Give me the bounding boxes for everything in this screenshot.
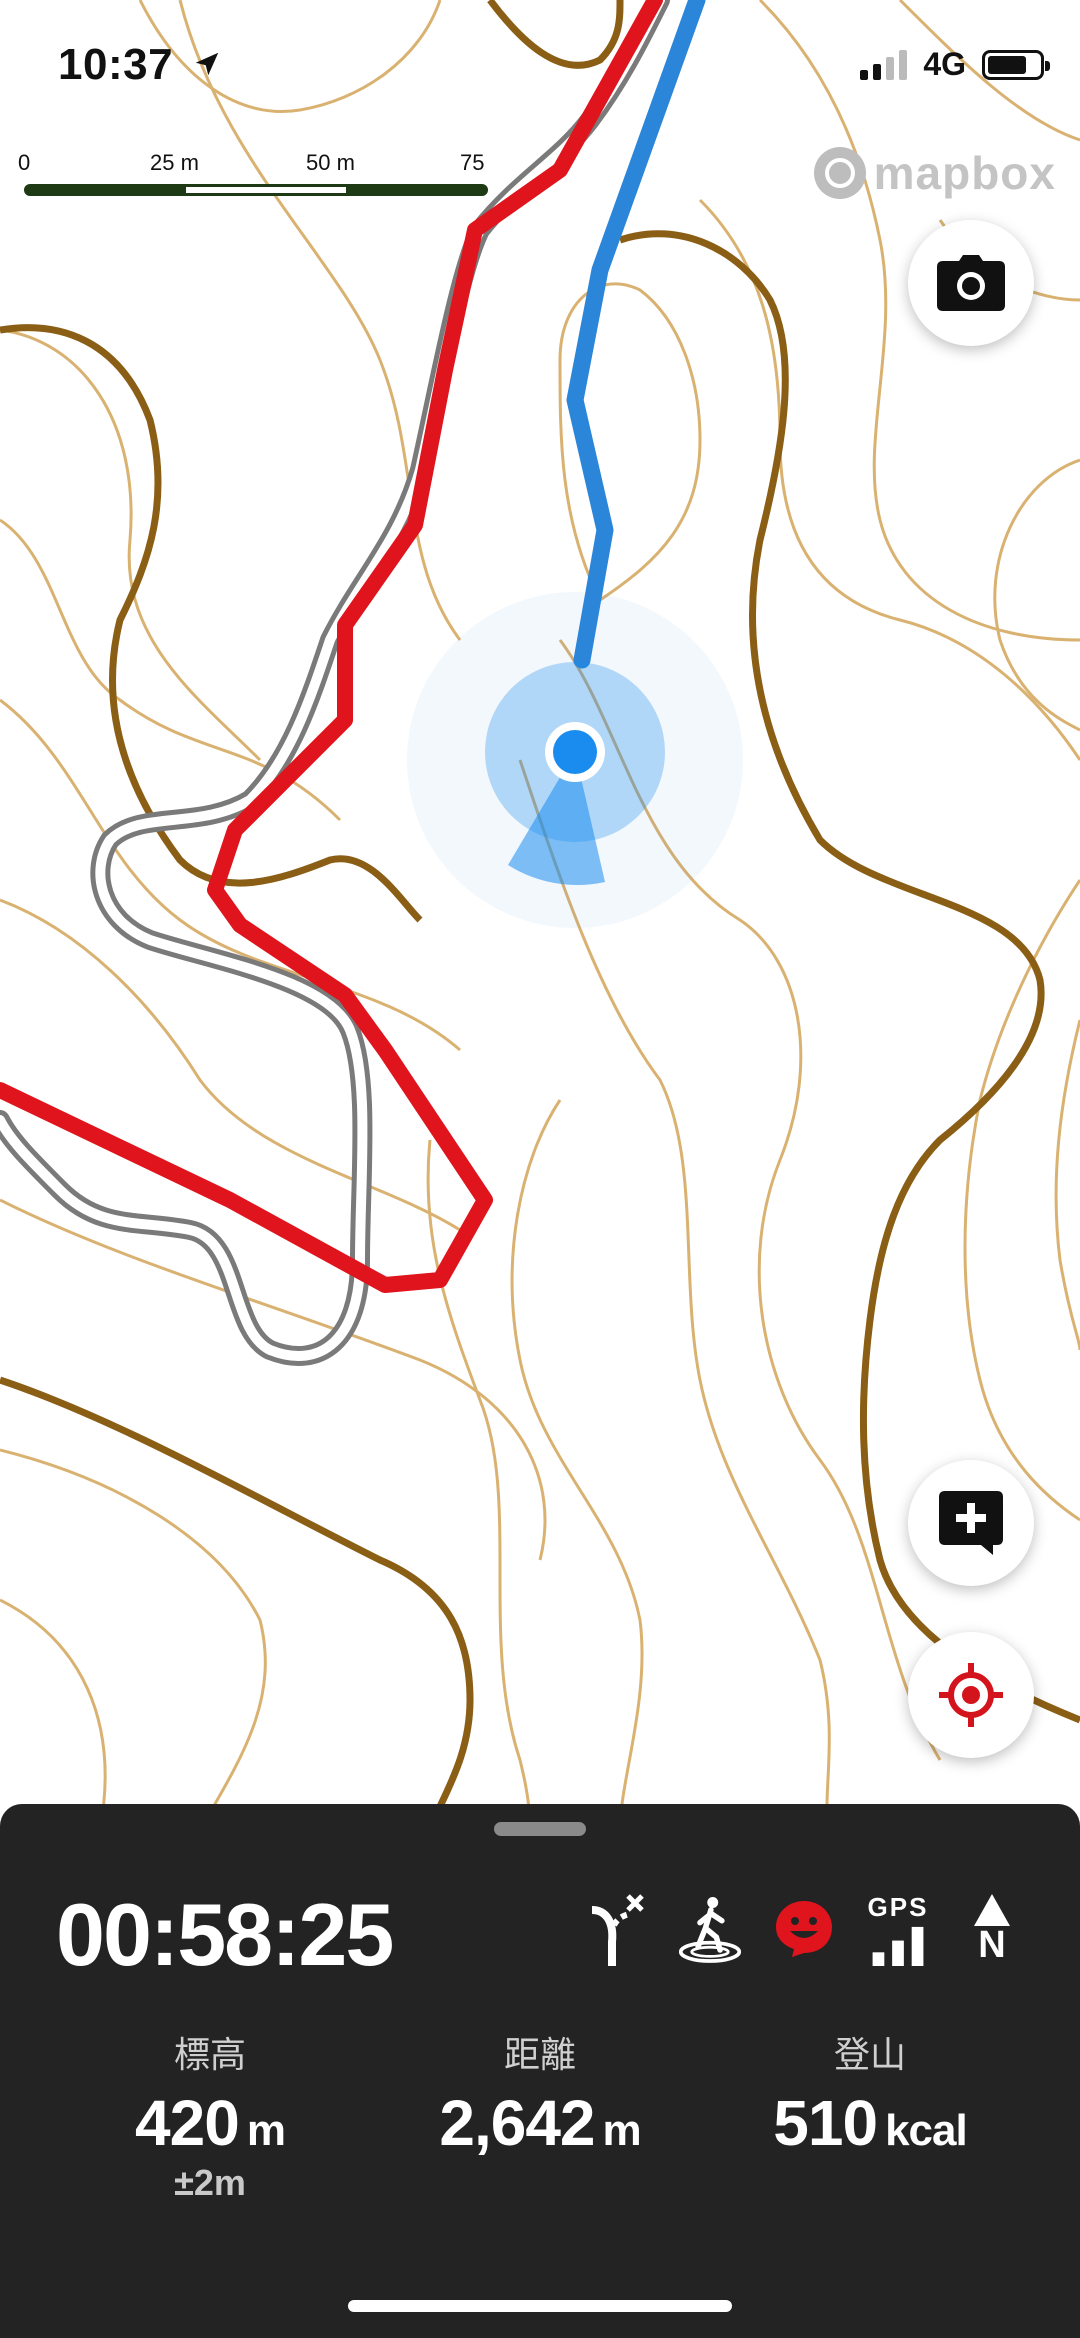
camera-icon: [937, 255, 1005, 311]
locate-me-button[interactable]: [908, 1632, 1034, 1758]
stat-unit: kcal: [885, 2106, 968, 2155]
stat-label: 距離: [503, 2034, 576, 2075]
mapbox-wordmark: mapbox: [873, 147, 1056, 199]
location-arrow-icon: [192, 40, 222, 90]
walking-person-icon[interactable]: [678, 1892, 742, 1966]
north-up-icon[interactable]: N: [960, 1892, 1024, 1966]
tracking-status-icons: GPS N: [584, 1892, 1024, 1966]
stat-label: 標高: [173, 2034, 246, 2075]
north-label: N: [978, 1924, 1006, 1966]
cellular-signal-icon: [860, 49, 908, 80]
camera-button[interactable]: [908, 220, 1034, 346]
elapsed-time: 00:58:25: [56, 1885, 394, 1984]
status-indicators: 4G: [860, 46, 1050, 83]
scale-label-25: 25 m: [150, 150, 199, 175]
stat-calories: 登山 510 kcal: [705, 2026, 1035, 2204]
clock-text: 10:37: [58, 40, 174, 89]
add-comment-icon: [939, 1491, 1003, 1555]
mapbox-icon: [813, 147, 866, 199]
smile-face-icon[interactable]: [772, 1892, 836, 1966]
home-indicator[interactable]: [348, 2300, 732, 2312]
gps-signal-icon: GPS: [866, 1892, 930, 1966]
stat-elevation: 標高 420 m ±2m: [45, 2026, 375, 2204]
stat-value: 510: [773, 2087, 878, 2159]
scale-label-50: 50 m: [306, 150, 355, 175]
add-memo-button[interactable]: [908, 1460, 1034, 1586]
stat-unit: m: [602, 2106, 642, 2155]
stat-label: 登山: [833, 2034, 906, 2075]
stat-value: 420: [135, 2087, 240, 2159]
activity-panel: 00:58:25 GPS N 標高 420 m ±2m 距離 2,642 m 登…: [0, 1804, 1080, 2338]
stat-unit: m: [246, 2106, 286, 2155]
route-deviation-icon[interactable]: [584, 1892, 648, 1966]
stat-distance: 距離 2,642 m: [375, 2026, 705, 2204]
network-type: 4G: [923, 46, 966, 82]
stats-row: 標高 420 m ±2m 距離 2,642 m 登山 510 kcal: [0, 2026, 1080, 2204]
stat-value: 2,642: [439, 2087, 595, 2159]
battery-icon: [982, 49, 1050, 80]
stat-accuracy: ±2m: [174, 2162, 246, 2203]
target-icon: [939, 1663, 1003, 1727]
map-scale-bar: 0 25 m 50 m 75 m: [16, 150, 496, 210]
scale-segment: [186, 187, 346, 193]
mapbox-logo[interactable]: mapbox: [813, 146, 1056, 200]
scale-label-0: 0: [18, 150, 31, 175]
gps-label: GPS: [867, 1892, 929, 1922]
status-time: 10:37: [58, 40, 222, 90]
panel-drag-handle[interactable]: [494, 1822, 586, 1836]
